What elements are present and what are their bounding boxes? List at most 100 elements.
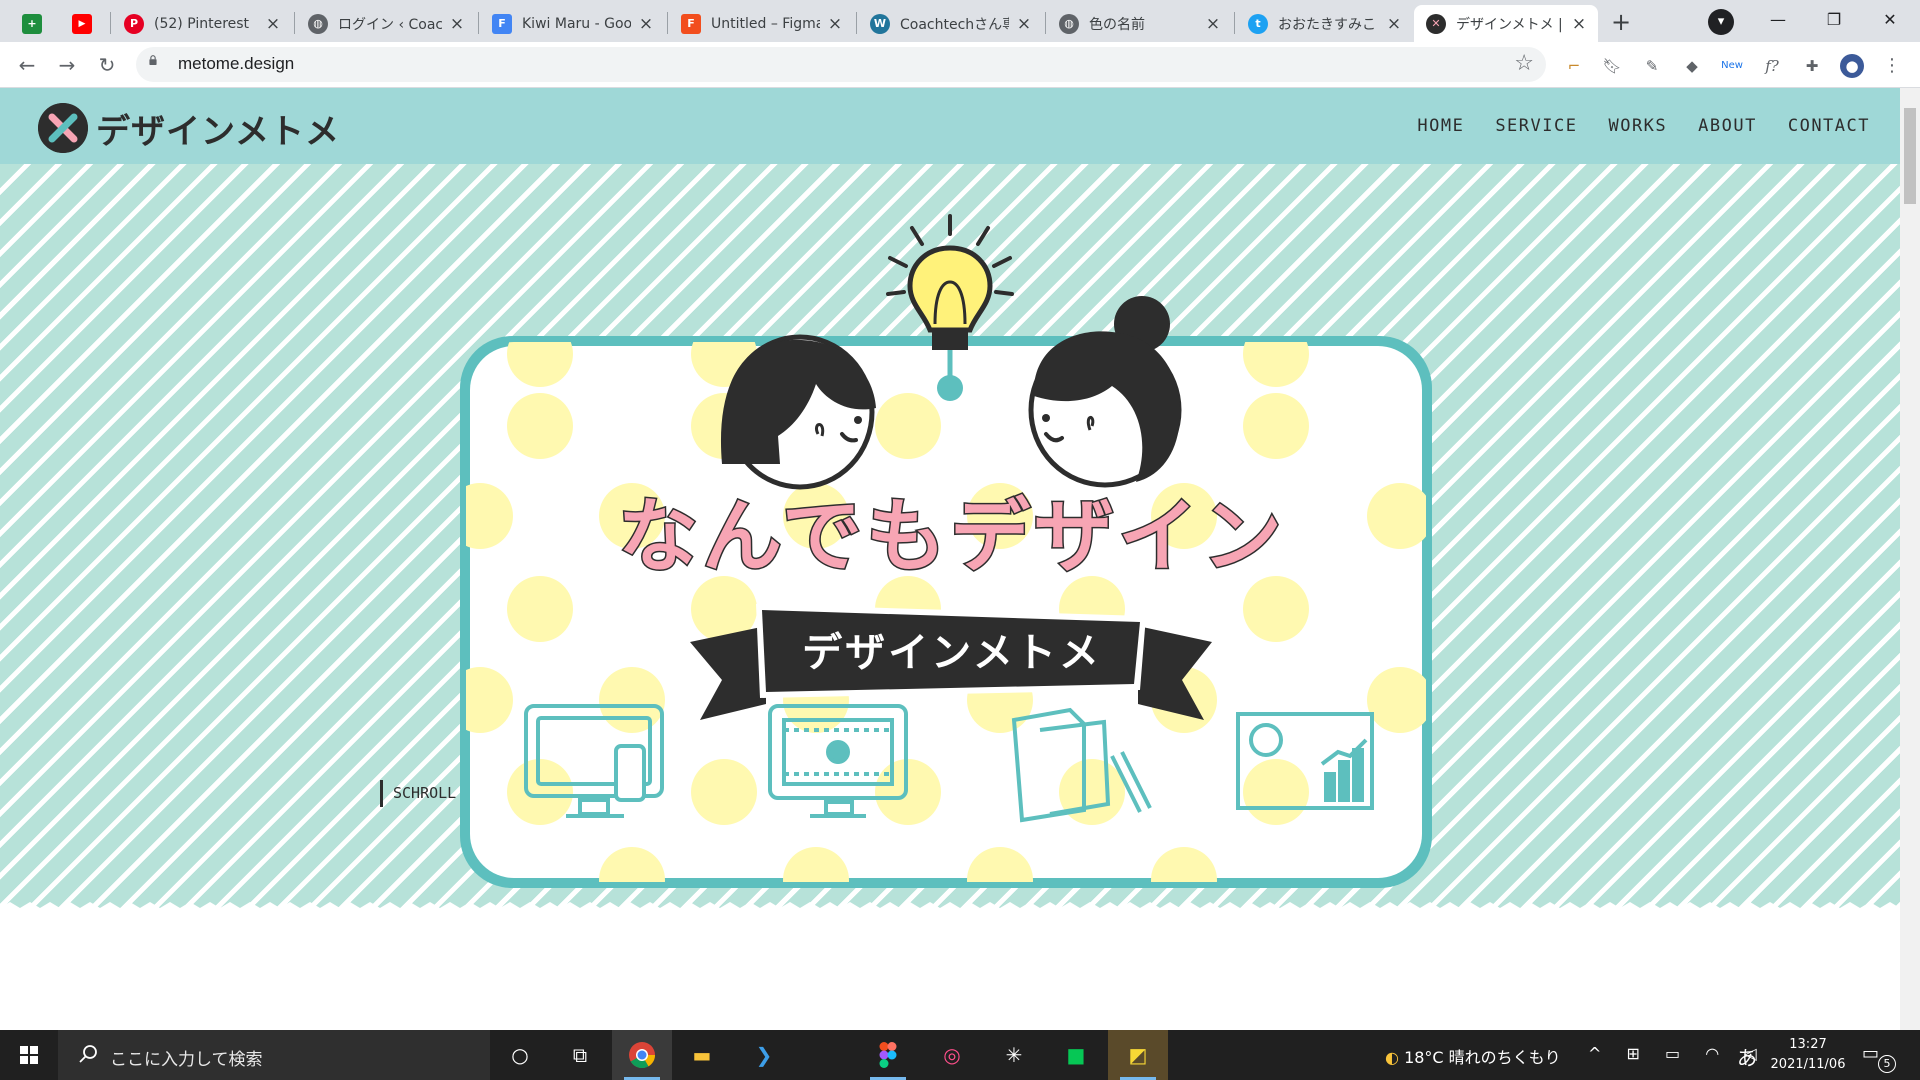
tab-title: おおたきすみこ | ス [1278, 16, 1379, 33]
weather-widget[interactable]: ◐ 18°C 晴れのちくもり [1385, 1044, 1561, 1068]
globe-icon: ◍ [1059, 13, 1079, 34]
tab-title: (52) Pinterest [154, 15, 250, 32]
new-tab-button[interactable]: + [1606, 8, 1636, 38]
scroll-indicator-line [380, 780, 383, 807]
tab-sheets[interactable]: + [10, 5, 60, 42]
tab-title: Coachtechさん専 [900, 16, 1009, 33]
close-icon[interactable]: × [637, 15, 655, 33]
chrome-icon [629, 1042, 656, 1069]
hero-section: なんでもデザイン デザインメトメ SCHROLL [0, 164, 1900, 954]
eyedropper-icon[interactable]: ✎ [1640, 54, 1664, 78]
lock-icon [149, 55, 157, 65]
bookmark-icon[interactable]: 🔖︎ [1600, 54, 1624, 78]
back-arrow-icon[interactable]: ← [12, 50, 42, 80]
vscode-icon[interactable]: ❯ [734, 1030, 794, 1080]
youtube-icon: ▶ [72, 13, 92, 34]
search-icon [79, 1045, 97, 1063]
pinterest-icon: P [124, 13, 144, 34]
restore-button[interactable]: ❐ [1804, 0, 1864, 40]
page-scrollbar[interactable] [1900, 88, 1920, 1030]
minimize-button[interactable]: — [1748, 0, 1808, 40]
logo-icon[interactable] [38, 103, 88, 153]
torn-edge [0, 902, 1900, 954]
tab-wordpress[interactable]: W Coachtechさん専 × [858, 5, 1043, 42]
tab-metome-active[interactable]: ✕ デザインメトメ | な × [1414, 5, 1598, 42]
wordpress-icon: W [870, 13, 890, 34]
sticky-notes-icon[interactable]: ◩ [1108, 1030, 1168, 1080]
bookmark-star-icon[interactable]: ☆ [1514, 51, 1534, 76]
windows-start-icon[interactable] [0, 1030, 58, 1080]
hero-headline: なんでもデザイン [618, 490, 1286, 583]
ribbon-text: デザインメトメ [802, 630, 1102, 676]
cortana-icon[interactable]: ○ [490, 1030, 550, 1080]
chrome-taskbar-icon[interactable] [612, 1030, 672, 1080]
reload-icon[interactable]: ↻ [92, 50, 122, 80]
close-icon[interactable]: × [264, 15, 282, 33]
notification-count: 5 [1878, 1055, 1896, 1073]
task-view-icon[interactable]: ⧉ [550, 1030, 610, 1080]
file-explorer-icon[interactable]: ▬ [672, 1030, 732, 1080]
globe-icon: ◍ [308, 13, 328, 34]
tab-title: 色の名前 [1089, 16, 1145, 33]
figma-icon: F [681, 13, 701, 34]
tab-youtube[interactable]: ▶ [60, 5, 110, 42]
tab-figma[interactable]: F Untitled – Figma × [669, 5, 854, 42]
clock[interactable]: 13:27 2021/11/06 [1766, 1035, 1850, 1075]
figma-icon [879, 1042, 897, 1068]
figma-taskbar-icon[interactable] [858, 1030, 918, 1080]
tab-title: デザインメトメ | な [1456, 16, 1564, 33]
browser-tab-strip: + ▶ P (52) Pinterest × ◍ ログイン ‹ Coachte … [0, 0, 1920, 42]
close-icon[interactable]: × [448, 15, 466, 33]
hero-illustration: なんでもデザイン デザインメトメ [0, 214, 1900, 954]
weather-icon: ◐ [1385, 1048, 1399, 1067]
taskbar-search-box[interactable]: ここに入力して検索 [58, 1030, 490, 1080]
close-window-button[interactable]: ✕ [1860, 0, 1920, 40]
menu-kebab-icon[interactable]: ⋮ [1880, 54, 1904, 78]
forward-arrow-icon[interactable]: → [52, 50, 82, 80]
girl-right-illustration [1028, 296, 1182, 488]
close-icon[interactable]: × [1015, 15, 1033, 33]
tab-title: Kiwi Maru - Goo [522, 15, 631, 32]
profile-avatar[interactable]: ● [1840, 54, 1864, 78]
logo-text[interactable]: デザインメトメ [96, 104, 340, 153]
scrollbar-thumb[interactable] [1904, 108, 1916, 204]
close-icon[interactable]: × [826, 15, 844, 33]
close-icon[interactable]: × [1570, 15, 1588, 33]
web-page: デザインメトメ HOME SERVICE WORKS ABOUT CONTACT [0, 88, 1920, 1030]
tab-twitter[interactable]: t おおたきすみこ | ス × [1236, 5, 1413, 42]
nav-home[interactable]: HOME [1417, 116, 1464, 136]
search-placeholder: ここに入力して検索 [110, 1050, 263, 1070]
google-fonts-icon: F [492, 13, 512, 34]
browser-toolbar: ← → ↻ metome.design ☆ ⌐ 🔖︎ ✎ ◆ New f? ✚ … [0, 42, 1920, 88]
tab-color-names[interactable]: ◍ 色の名前 × [1047, 5, 1232, 42]
main-nav: HOME SERVICE WORKS ABOUT CONTACT [1386, 88, 1870, 164]
url-text[interactable]: metome.design [178, 54, 294, 74]
font-finder-icon[interactable]: f? [1760, 54, 1784, 78]
nav-works[interactable]: WORKS [1608, 116, 1667, 136]
line-icon[interactable]: ■ [1046, 1030, 1106, 1080]
clock-time: 13:27 [1789, 1037, 1827, 1052]
slack-icon[interactable]: ✳ [984, 1030, 1044, 1080]
close-icon[interactable]: × [1385, 15, 1403, 33]
creative-cloud-icon[interactable]: ◎ [922, 1030, 982, 1080]
nav-about[interactable]: ABOUT [1698, 116, 1757, 136]
tab-pinterest[interactable]: P (52) Pinterest × [112, 5, 292, 42]
nav-service[interactable]: SERVICE [1495, 116, 1577, 136]
tab-kiwi-maru[interactable]: F Kiwi Maru - Goo × [480, 5, 665, 42]
puzzle-icon[interactable]: ✚ [1800, 54, 1824, 78]
notification-icon[interactable]: ▭ [1862, 1043, 1879, 1064]
address-bar[interactable]: metome.design ☆ [136, 47, 1546, 82]
extension-icon[interactable]: ◆ [1680, 54, 1704, 78]
nav-contact[interactable]: CONTACT [1788, 116, 1870, 136]
ime-indicator[interactable]: あ [1737, 1042, 1757, 1071]
weather-text: 18°C 晴れのちくもり [1404, 1048, 1561, 1067]
close-icon[interactable]: × [1204, 15, 1222, 33]
site-header: デザインメトメ HOME SERVICE WORKS ABOUT CONTACT [0, 88, 1900, 164]
extension-ruler-icon[interactable]: ⌐ [1562, 54, 1586, 78]
new-badge-icon[interactable]: New [1720, 54, 1744, 78]
sheets-icon: + [22, 13, 42, 34]
tab-coachtech-login[interactable]: ◍ ログイン ‹ Coachte × [296, 5, 476, 42]
tab-title: Untitled – Figma [711, 15, 820, 32]
scroll-label[interactable]: SCHROLL [393, 784, 456, 802]
tab-search-icon[interactable]: ▾ [1708, 9, 1734, 35]
